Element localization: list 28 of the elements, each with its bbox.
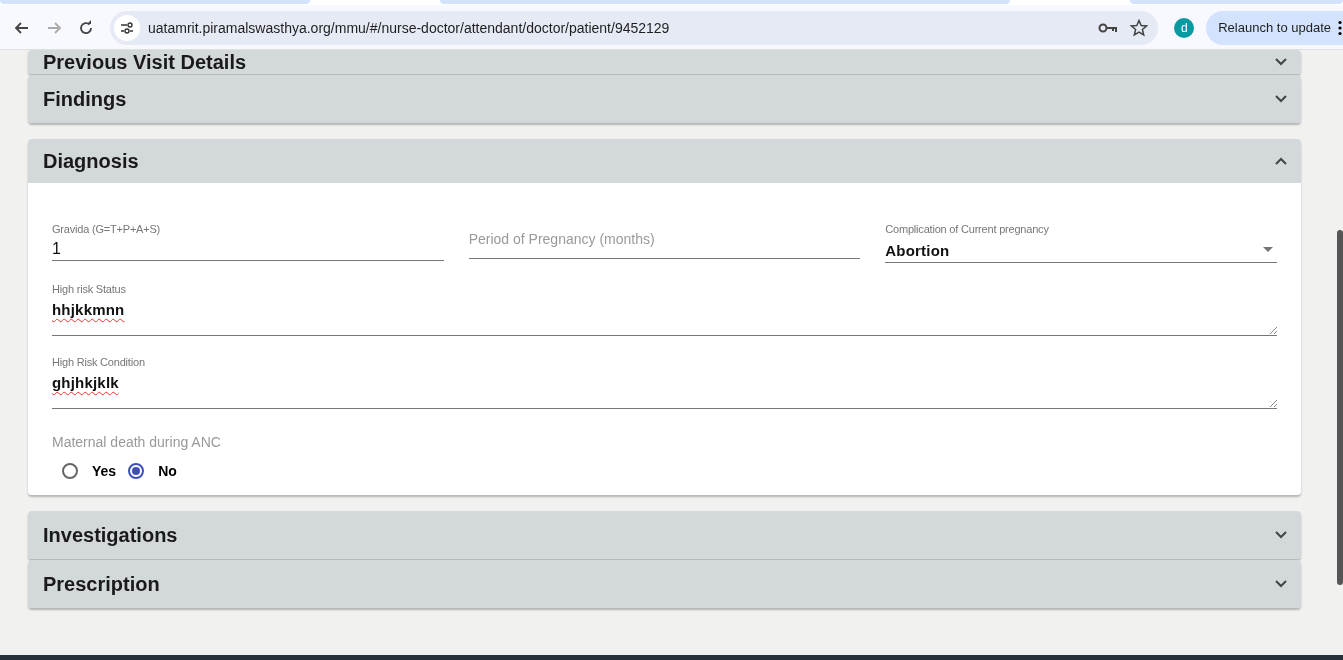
radio-button[interactable]: Yes bbox=[62, 463, 117, 479]
menu-icon[interactable] bbox=[1337, 19, 1343, 36]
relaunch-button[interactable]: Relaunch to update bbox=[1206, 10, 1343, 45]
address-bar[interactable]: uatamrit.piramalswasthya.org/mmu/#/nurse-doctor/attendant/doctor/patient/9452129 bbox=[110, 10, 1159, 45]
text-area[interactable]: High Risk Condition ghjhkjklk bbox=[52, 356, 1277, 409]
key-icon[interactable] bbox=[1098, 21, 1119, 34]
chevron-down-icon bbox=[1275, 580, 1287, 588]
panel-header[interactable]: Findings bbox=[28, 75, 1301, 123]
group-label: Maternal death during ANC bbox=[52, 434, 221, 450]
panel-header[interactable]: Investigations bbox=[28, 511, 1301, 559]
panel-header[interactable]: Previous Visit Details bbox=[28, 50, 1301, 74]
star-icon[interactable] bbox=[1130, 18, 1149, 37]
chevron-down-icon bbox=[1275, 58, 1287, 66]
panel-header[interactable]: Diagnosis bbox=[28, 139, 1301, 183]
radio-button[interactable]: No bbox=[128, 463, 177, 479]
dropdown-arrow-icon bbox=[1263, 247, 1273, 252]
chevron-down-icon bbox=[1275, 95, 1287, 103]
dropdown-field[interactable]: Complication of Current pregnancy Abortion bbox=[885, 223, 1277, 263]
panel-header[interactable]: Prescription bbox=[28, 560, 1301, 608]
resize-handle-icon[interactable] bbox=[1270, 327, 1277, 334]
resize-handle-icon[interactable] bbox=[1270, 400, 1277, 407]
chevron-down-icon bbox=[1275, 531, 1287, 539]
input-field[interactable]: Period of Pregnancy (months) bbox=[468, 223, 861, 259]
text-area[interactable]: High risk Status hhjkkmnn bbox=[52, 283, 1277, 336]
field-label: Gravida (G=T+P+A+S) bbox=[52, 223, 162, 237]
input-field[interactable]: 1 bbox=[52, 237, 444, 261]
settings-icon[interactable] bbox=[120, 21, 134, 34]
chevron-up-icon bbox=[1275, 157, 1287, 165]
